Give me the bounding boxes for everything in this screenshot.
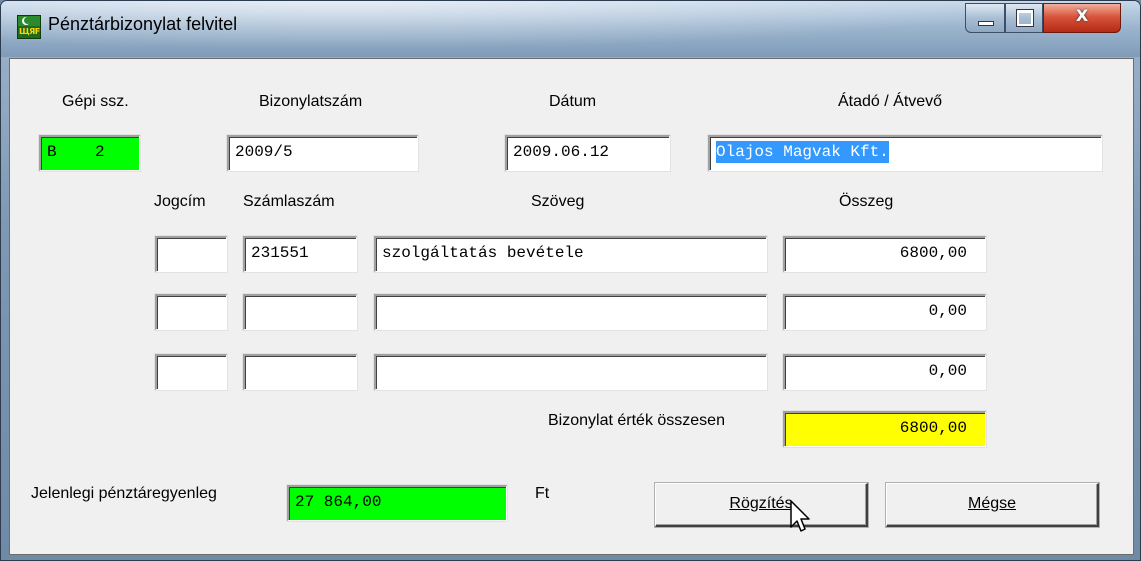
- row-1-szoveg-input[interactable]: szolgáltatás bevétele: [374, 236, 767, 272]
- col-jogcim: Jogcím: [154, 193, 206, 210]
- balance-value: 27 864,00: [287, 485, 507, 521]
- mouse-cursor-icon: [790, 500, 810, 532]
- atado-input-selection: Olajos Magvak Kft.: [716, 141, 889, 163]
- cancel-button[interactable]: Mégse: [886, 483, 1099, 527]
- total-value: 6800,00: [783, 411, 986, 447]
- row-1-jogcim-input[interactable]: [155, 236, 227, 272]
- minimize-button[interactable]: [965, 3, 1005, 33]
- maximize-button[interactable]: [1005, 3, 1043, 33]
- atado-label: Átadó / Átvevő: [838, 93, 943, 110]
- balance-unit: Ft: [535, 485, 550, 502]
- form-panel: Gépi ssz. Bizonylatszám Dátum Átadó / Át…: [9, 58, 1134, 555]
- row-2-szoveg-input[interactable]: [374, 294, 767, 330]
- atado-input[interactable]: Olajos Magvak Kft.: [708, 135, 1102, 171]
- row-1-osszeg-input[interactable]: 6800,00: [783, 236, 986, 272]
- gepi-field: B 2: [39, 135, 140, 171]
- row-1-szamlaszam-input[interactable]: 231551: [243, 236, 357, 272]
- gepi-label: Gépi ssz.: [62, 93, 129, 110]
- row-2-szamlaszam-input[interactable]: [243, 294, 357, 330]
- bizonylat-input[interactable]: 2009/5: [227, 135, 418, 171]
- col-szamlaszam: Számlaszám: [243, 193, 335, 210]
- col-szoveg: Szöveg: [531, 193, 585, 210]
- app-window: ЩЯF Pénztárbizonylat felvitel X Gépi ssz…: [0, 0, 1141, 561]
- window-title: Pénztárbizonylat felvitel: [48, 14, 238, 34]
- row-2-osszeg-input[interactable]: 0,00: [783, 294, 986, 330]
- maximize-icon: [1016, 9, 1034, 27]
- row-3-osszeg-input[interactable]: 0,00: [783, 354, 986, 390]
- row-2-jogcim-input[interactable]: [155, 294, 227, 330]
- save-button[interactable]: Rögzítés: [655, 483, 868, 527]
- bizonylat-label: Bizonylatszám: [259, 93, 363, 110]
- row-3-szoveg-input[interactable]: [374, 354, 767, 390]
- title-bar[interactable]: ЩЯF Pénztárbizonylat felvitel X: [1, 1, 1140, 57]
- total-label: Bizonylat érték összesen: [548, 412, 725, 429]
- row-3-szamlaszam-input[interactable]: [243, 354, 357, 390]
- minimize-icon: [978, 21, 994, 26]
- row-3-jogcim-input[interactable]: [155, 354, 227, 390]
- col-osszeg: Összeg: [839, 193, 894, 210]
- close-button[interactable]: X: [1043, 3, 1121, 33]
- balance-label: Jelenlegi pénztáregyenleg: [31, 485, 217, 502]
- close-icon: X: [1075, 6, 1089, 25]
- app-icon[interactable]: ЩЯF: [17, 15, 41, 39]
- app-icon-label: ЩЯF: [19, 27, 40, 36]
- datum-input[interactable]: 2009.06.12: [505, 135, 670, 171]
- datum-label: Dátum: [549, 93, 597, 110]
